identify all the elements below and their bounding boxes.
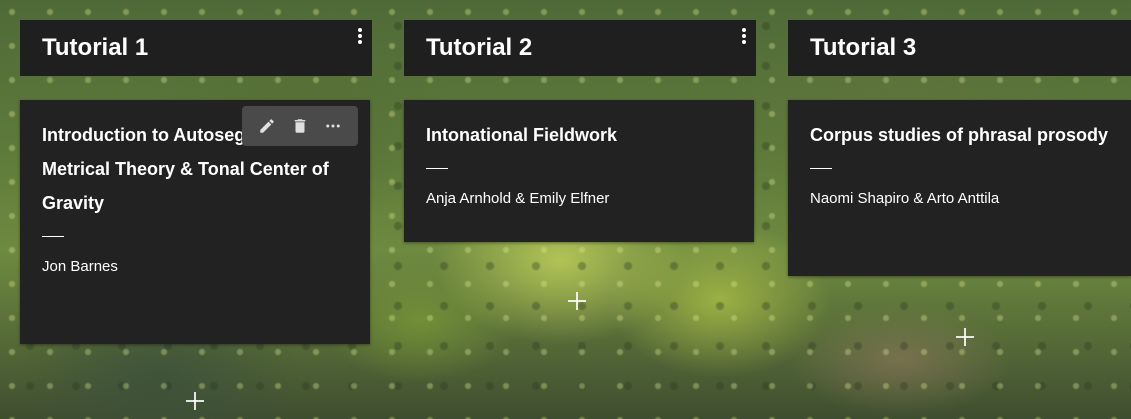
list-tutorial-1: Tutorial 1 Introduction to Autosegmental…: [20, 20, 372, 350]
card-authors: Anja Arnhold & Emily Elfner: [426, 190, 610, 207]
card-title: Intonational Fieldwork: [426, 125, 618, 145]
card-divider: [42, 236, 64, 237]
card[interactable]: Introduction to Autosegmental-Metrical T…: [20, 100, 370, 344]
card[interactable]: Corpus studies of phrasal prosody Naomi …: [788, 100, 1131, 276]
list-tutorial-3: Tutorial 3 Corpus studies of phrasal pro…: [788, 20, 1131, 280]
pencil-edit-icon[interactable]: [255, 114, 279, 138]
plus-icon[interactable]: [186, 392, 204, 410]
plus-icon[interactable]: [568, 292, 586, 310]
list-title[interactable]: Tutorial 2: [426, 34, 532, 62]
list-header[interactable]: Tutorial 2: [404, 20, 756, 76]
card[interactable]: Intonational Fieldwork Anja Arnhold & Em…: [404, 100, 754, 242]
trash-delete-icon[interactable]: [288, 114, 312, 138]
list-title[interactable]: Tutorial 3: [810, 34, 916, 62]
list-menu-vertical-dots-icon[interactable]: [354, 24, 366, 48]
plus-icon[interactable]: [956, 328, 974, 346]
list-header[interactable]: Tutorial 3: [788, 20, 1131, 76]
card-title: Corpus studies of phrasal prosody: [810, 125, 1109, 145]
list-title[interactable]: Tutorial 1: [42, 34, 148, 62]
list-header[interactable]: Tutorial 1: [20, 20, 372, 76]
card-actions-toolbar: [242, 106, 358, 146]
card-authors: Jon Barnes: [42, 258, 118, 275]
card-divider: [810, 168, 832, 169]
list-tutorial-2: Tutorial 2 Intonational Fieldwork Anja A…: [404, 20, 756, 250]
more-horizontal-icon[interactable]: [321, 114, 345, 138]
card-authors: Naomi Shapiro & Arto Anttila: [810, 190, 1000, 207]
list-menu-vertical-dots-icon[interactable]: [738, 24, 750, 48]
card-divider: [426, 168, 448, 169]
